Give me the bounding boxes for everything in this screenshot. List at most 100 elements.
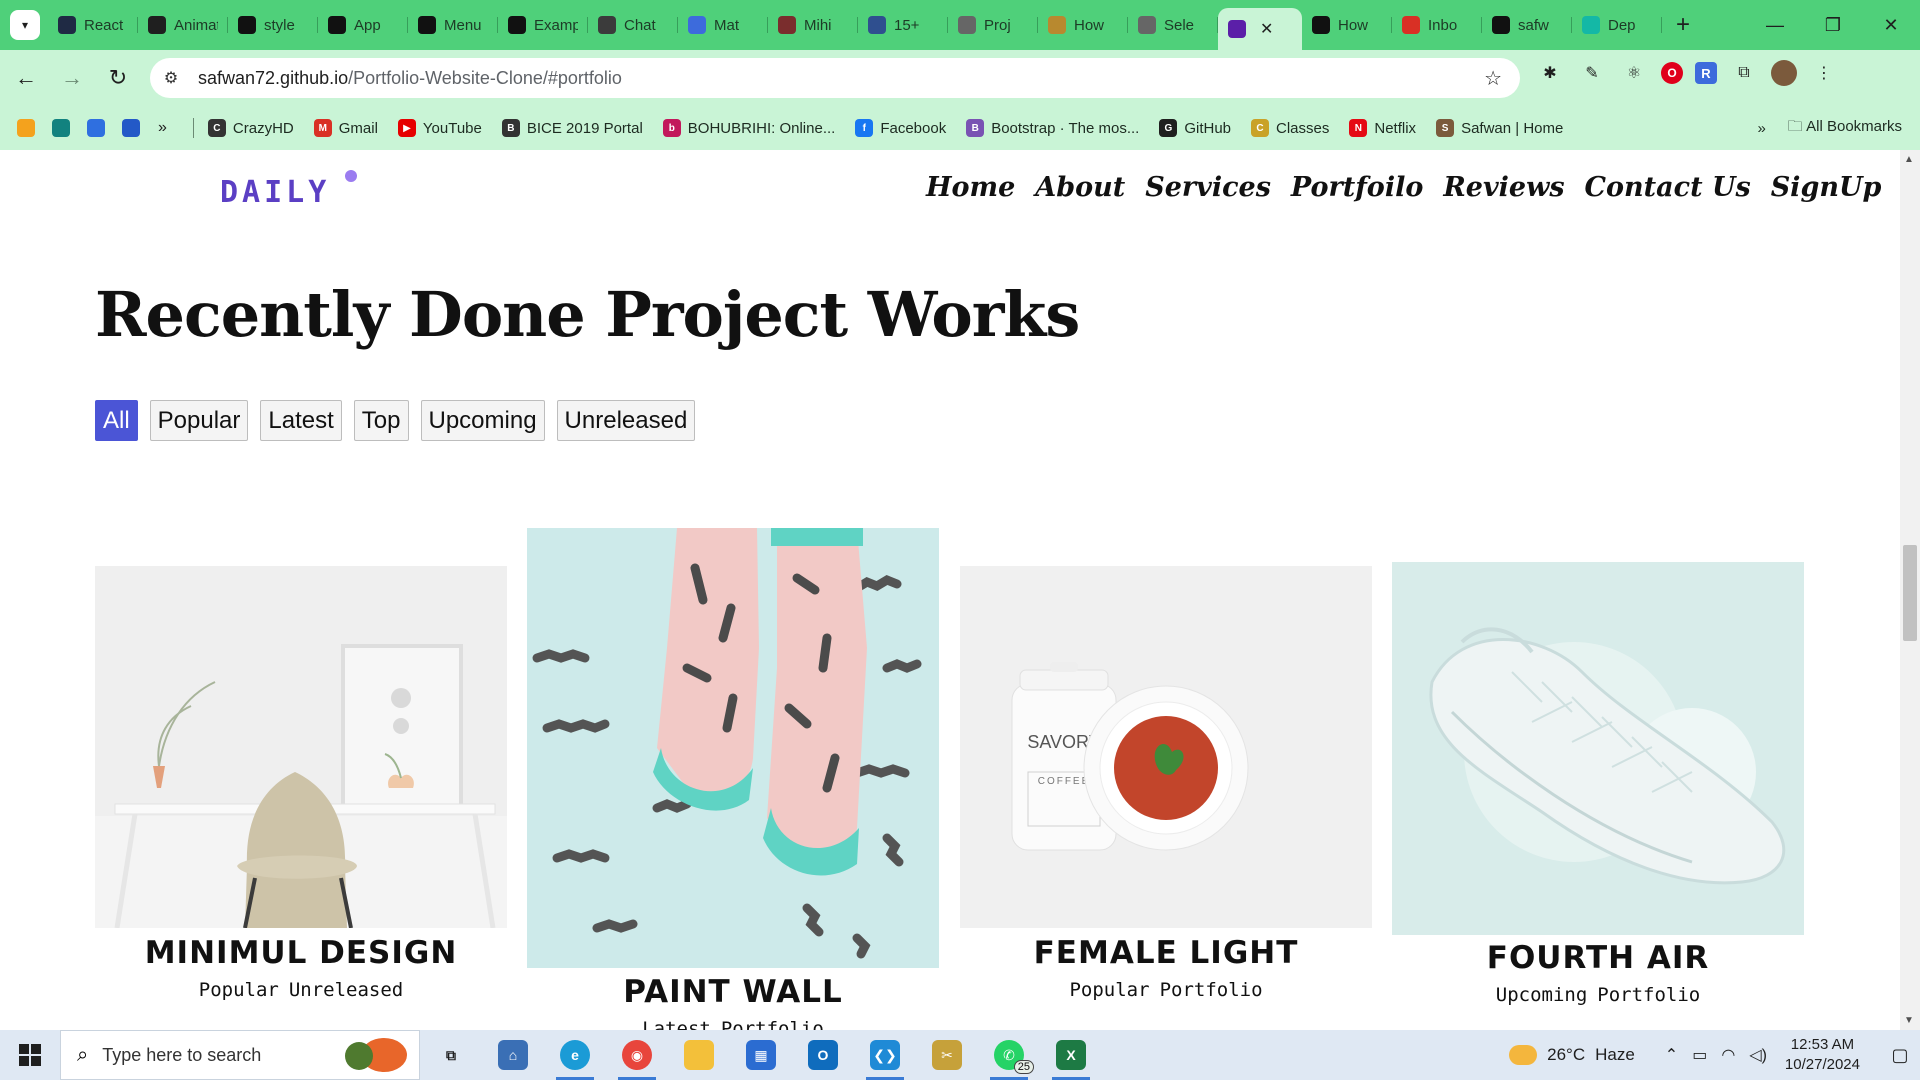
project-image-female-light[interactable]: SAVORY COFFEE (960, 566, 1372, 928)
opera-extension-icon[interactable]: O (1661, 62, 1683, 84)
address-bar[interactable]: ⚙ safwan72.github.io/Portfolio-Website-C… (150, 58, 1520, 98)
taskbar-app-whatsapp[interactable]: ✆ 25 (978, 1030, 1040, 1080)
bookmark-item[interactable]: b BOHUBRIHI: Online... (662, 119, 835, 137)
r-extension-icon[interactable]: R (1695, 62, 1717, 84)
filter-button-top[interactable]: Top (353, 400, 409, 441)
task-view-button[interactable]: ⧉ (420, 1030, 482, 1080)
bookmark-item[interactable]: B Bootstrap · The mos... (966, 119, 1139, 137)
tab-active[interactable]: ✕ (1218, 8, 1302, 50)
wifi-icon[interactable]: ◠ (1721, 1045, 1735, 1065)
nav-link-signup[interactable]: SignUp (1771, 172, 1882, 203)
taskbar-app-monitor[interactable]: ⌂ (482, 1030, 544, 1080)
nav-link-contact-us[interactable]: Contact Us (1585, 172, 1751, 203)
taskbar-search-box[interactable]: ⌕ Type here to search (60, 1030, 420, 1080)
browser-tab[interactable]: App (318, 7, 408, 43)
browser-tab[interactable]: Sele (1128, 7, 1218, 43)
bookmark-item[interactable]: S Safwan | Home (1436, 119, 1563, 137)
browser-tab[interactable]: Chat (588, 7, 678, 43)
page-scrollbar[interactable]: ▲ ▼ (1900, 150, 1920, 1030)
scroll-down-arrow-icon[interactable]: ▼ (1904, 1015, 1914, 1026)
filter-button-upcoming[interactable]: Upcoming (420, 400, 545, 441)
bookmark-app-icon[interactable] (87, 119, 105, 137)
bookmark-app-icon[interactable] (52, 119, 70, 137)
browser-tab[interactable]: Dep (1572, 7, 1662, 43)
forward-button[interactable]: → (52, 58, 92, 98)
maximize-button[interactable]: ❐ (1804, 0, 1862, 50)
browser-tab[interactable]: How (1038, 7, 1128, 43)
browser-tab[interactable]: 15+ (858, 7, 948, 43)
all-bookmarks-button[interactable]: 🗀 All Bookmarks (1788, 116, 1902, 141)
nav-link-services[interactable]: Services (1145, 172, 1271, 203)
bookmark-item[interactable]: G GitHub (1159, 119, 1231, 137)
eyedropper-extension-icon[interactable]: ✎ (1577, 58, 1607, 88)
bookmark-star-icon[interactable]: ☆ (1484, 66, 1502, 91)
bookmark-item[interactable]: C Classes (1251, 119, 1329, 137)
bookmark-item[interactable]: f Facebook (855, 119, 946, 137)
browser-tab[interactable]: Mihi (768, 7, 858, 43)
scroll-up-arrow-icon[interactable]: ▲ (1904, 154, 1914, 165)
puzzle-extensions-icon[interactable]: ⧉ (1729, 58, 1759, 88)
back-button[interactable]: ← (6, 58, 46, 98)
bookmark-item[interactable]: N Netflix (1349, 119, 1416, 137)
taskbar-app-excel[interactable]: X (1040, 1030, 1102, 1080)
taskbar-app-edge[interactable]: e (544, 1030, 606, 1080)
profile-avatar[interactable] (1771, 60, 1797, 86)
nav-link-reviews[interactable]: Reviews (1443, 172, 1564, 203)
chevron-up-icon[interactable]: ⌃ (1665, 1045, 1678, 1065)
reload-button[interactable]: ↻ (98, 58, 138, 98)
tab-search-button[interactable]: ▾ (10, 10, 40, 40)
browser-tab[interactable]: How (1302, 7, 1392, 43)
browser-tab[interactable]: Animate (138, 7, 228, 43)
menu-kebab-icon[interactable]: ⋮ (1809, 58, 1839, 88)
nav-link-portfoilo[interactable]: Portfoilo (1291, 172, 1423, 203)
site-logo[interactable]: DAILY (220, 175, 330, 210)
filter-button-popular[interactable]: Popular (149, 400, 249, 441)
close-tab-icon[interactable]: ✕ (1260, 19, 1273, 39)
minimize-button[interactable]: — (1746, 0, 1804, 50)
project-image-fourth-air[interactable] (1392, 562, 1804, 935)
browser-tab[interactable]: Menu (408, 7, 498, 43)
bookmark-item[interactable]: M Gmail (313, 119, 378, 137)
taskbar-app-vscode[interactable]: ❮❯ (854, 1030, 916, 1080)
project-image-paint-wall[interactable] (527, 528, 939, 968)
nav-link-home[interactable]: Home (926, 172, 1015, 203)
browser-tab[interactable]: React (48, 7, 138, 43)
volume-icon[interactable]: ◁) (1749, 1045, 1767, 1065)
browser-tab[interactable]: Example (498, 7, 588, 43)
taskbar-app-explorer[interactable] (668, 1030, 730, 1080)
bookmark-item[interactable]: C CrazyHD (207, 119, 294, 137)
bookmarks-more-button[interactable]: » (1757, 120, 1765, 137)
close-window-button[interactable]: ✕ (1862, 0, 1920, 50)
taskbar-app-outlook[interactable]: O (792, 1030, 854, 1080)
taskbar-app-snip[interactable]: ✂ (916, 1030, 978, 1080)
filter-button-all[interactable]: All (95, 400, 138, 441)
filter-button-unreleased[interactable]: Unreleased (556, 400, 696, 441)
new-tab-button[interactable]: + (1668, 10, 1698, 40)
pumpkin-search-highlight-icon[interactable] (345, 1038, 407, 1072)
taskbar-clock[interactable]: 12:53 AM 10/27/2024 (1785, 1035, 1860, 1075)
browser-tab[interactable]: safw (1482, 7, 1572, 43)
url-text[interactable]: safwan72.github.io/Portfolio-Website-Clo… (198, 68, 622, 89)
scrollbar-thumb[interactable] (1903, 545, 1917, 641)
taskbar-app-store[interactable]: ▦ (730, 1030, 792, 1080)
bug-extension-icon[interactable]: ✱ (1535, 58, 1565, 88)
taskbar-app-chrome[interactable]: ◉ (606, 1030, 668, 1080)
browser-tab[interactable]: style (228, 7, 318, 43)
nav-link-about[interactable]: About (1035, 172, 1125, 203)
bookmark-app-icon[interactable] (17, 119, 35, 137)
bookmark-app-icon[interactable] (122, 119, 140, 137)
project-image-minimul-design[interactable] (95, 566, 507, 928)
bookmark-item[interactable]: ▶ YouTube (397, 119, 482, 137)
filter-button-latest[interactable]: Latest (260, 400, 342, 441)
start-button[interactable] (0, 1030, 60, 1080)
site-info-button[interactable]: ⚙ (154, 61, 188, 95)
browser-tab[interactable]: Proj (948, 7, 1038, 43)
bookmark-item[interactable]: B BICE 2019 Portal (501, 119, 643, 137)
battery-icon[interactable]: ▭ (1692, 1045, 1707, 1065)
react-devtools-icon[interactable]: ⚛ (1619, 58, 1649, 88)
bookmarks-overflow-button[interactable]: » (158, 119, 167, 137)
browser-tab[interactable]: Inbo (1392, 7, 1482, 43)
browser-tab[interactable]: Mat (678, 7, 768, 43)
notification-center-icon[interactable]: ▢ (1880, 1045, 1920, 1066)
weather-widget[interactable]: 26°C Haze (1509, 1045, 1635, 1065)
